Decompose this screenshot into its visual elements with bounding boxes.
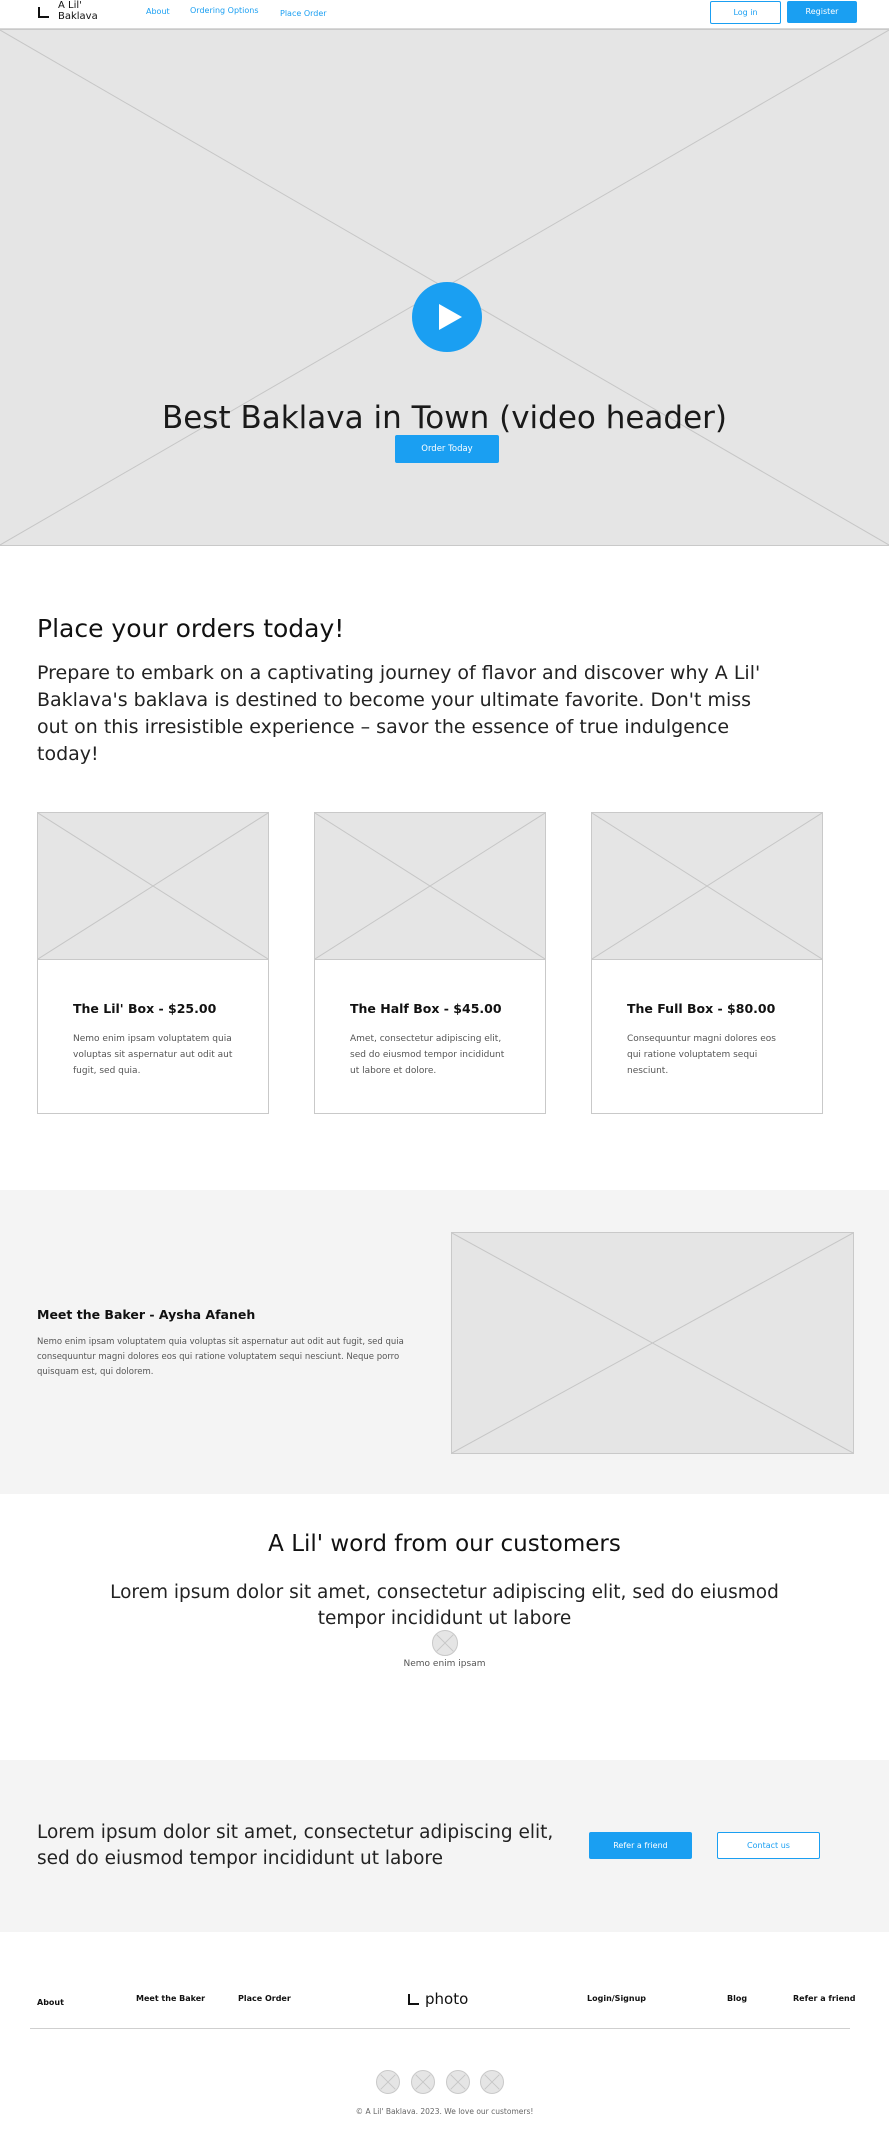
testimonial-quote: Lorem ipsum dolor sit amet, consectetur … xyxy=(110,1582,779,1629)
footer-link-login-signup[interactable]: Login/Signup xyxy=(587,1994,646,2003)
product-title: The Half Box - $45.00 xyxy=(350,1001,502,1016)
logo-icon xyxy=(38,7,49,18)
product-image-placeholder xyxy=(314,812,546,960)
product-title: The Full Box - $80.00 xyxy=(627,1001,776,1016)
copyright-text: © A Lil' Baklava. 2023. We love our cust… xyxy=(355,2107,534,2116)
refer-a-friend-button[interactable]: Refer a friend xyxy=(589,1832,692,1859)
hero-title: Best Baklava in Town (video header) xyxy=(161,400,728,436)
play-button[interactable] xyxy=(412,282,482,352)
meet-the-baker-section: Meet the Baker - Aysha Afaneh Nemo enim … xyxy=(0,1190,889,1494)
order-today-button[interactable]: Order Today xyxy=(395,435,499,463)
baker-description: Nemo enim ipsam voluptatem quia voluptas… xyxy=(37,1337,404,1377)
hero-video-placeholder: Best Baklava in Town (video header) Orde… xyxy=(0,29,889,546)
product-title: The Lil' Box - $25.00 xyxy=(73,1001,217,1016)
testimonial-author: Nemo enim ipsam xyxy=(403,1659,486,1669)
footer-link-blog[interactable]: Blog xyxy=(727,1994,747,2003)
logo-icon xyxy=(408,1994,419,2005)
footer-link-meet-the-baker[interactable]: Meet the Baker xyxy=(136,1994,205,2003)
social-icon[interactable] xyxy=(376,2070,400,2094)
footer-divider xyxy=(30,2028,850,2029)
footer-logo-text[interactable]: photo xyxy=(425,1990,468,2008)
social-icon[interactable] xyxy=(411,2070,435,2094)
product-description: Consequuntur magni dolores eos qui ratio… xyxy=(627,1034,776,1076)
product-description: Amet, consectetur adipiscing elit, sed d… xyxy=(350,1034,505,1076)
product-card[interactable]: The Full Box - $80.00 Consequuntur magni… xyxy=(591,812,823,1114)
footer-link-refer-a-friend[interactable]: Refer a friend xyxy=(793,1994,855,2003)
nav-link-ordering-options[interactable]: Ordering Options xyxy=(190,6,259,15)
product-description: Nemo enim ipsam voluptatem quia voluptas… xyxy=(73,1034,233,1076)
footer-link-about[interactable]: About xyxy=(37,1998,64,2007)
cta-text: Lorem ipsum dolor sit amet, consectetur … xyxy=(37,1822,554,1869)
top-nav: A Lil' Baklava About Ordering Options Pl… xyxy=(0,0,889,29)
baker-title: Meet the Baker - Aysha Afaneh xyxy=(37,1307,256,1322)
intro-body: Prepare to embark on a captivating journ… xyxy=(37,662,761,765)
product-card[interactable]: The Lil' Box - $25.00 Nemo enim ipsam vo… xyxy=(37,812,269,1114)
cta-section: Lorem ipsum dolor sit amet, consectetur … xyxy=(0,1760,889,1932)
footer-link-place-order[interactable]: Place Order xyxy=(238,1994,291,2003)
product-image-placeholder xyxy=(591,812,823,960)
product-card[interactable]: The Half Box - $45.00 Amet, consectetur … xyxy=(314,812,546,1114)
play-icon xyxy=(439,304,462,330)
register-button[interactable]: Register xyxy=(787,1,857,23)
product-image-placeholder xyxy=(37,812,269,960)
social-icon[interactable] xyxy=(480,2070,504,2094)
social-icon[interactable] xyxy=(446,2070,470,2094)
intro-heading: Place your orders today! xyxy=(37,614,345,643)
baker-image-placeholder xyxy=(451,1232,854,1454)
testimonials-heading: A Lil' word from our customers xyxy=(268,1531,621,1557)
avatar xyxy=(432,1630,458,1656)
nav-link-place-order[interactable]: Place Order xyxy=(280,9,327,18)
nav-link-about[interactable]: About xyxy=(146,7,170,16)
brand-name[interactable]: A Lil' Baklava xyxy=(58,0,118,22)
contact-us-button[interactable]: Contact us xyxy=(717,1832,820,1859)
login-button[interactable]: Log in xyxy=(710,1,781,24)
